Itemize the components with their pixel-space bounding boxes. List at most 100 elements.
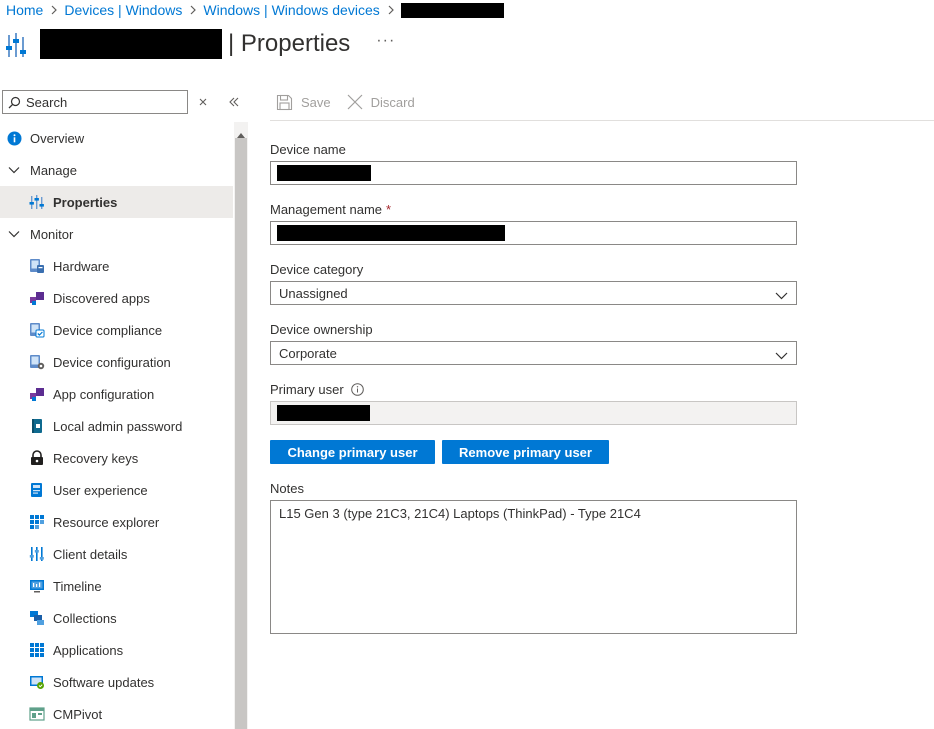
sidebar-item-label: Overview xyxy=(30,130,85,146)
scrollbar-thumb[interactable] xyxy=(235,138,247,729)
sidebar-item-label: Applications xyxy=(53,642,124,658)
save-button[interactable]: Save xyxy=(276,94,331,111)
notes-textarea[interactable]: L15 Gen 3 (type 21C3, 21C4) Laptops (Thi… xyxy=(270,500,797,634)
sidebar-item-overview[interactable]: Overview xyxy=(0,122,233,154)
cmpivot-icon xyxy=(29,706,45,722)
chevron-down-icon xyxy=(6,162,22,178)
device-name-label: Device name xyxy=(270,142,346,157)
sidebar-item-label: Hardware xyxy=(53,258,110,274)
sidebar-item-label: Software updates xyxy=(53,674,155,690)
resource-explorer-icon xyxy=(29,514,45,530)
sidebar-item-local-admin-password[interactable]: Local admin password xyxy=(0,410,233,442)
management-name-label-text: Management name xyxy=(270,202,383,217)
app-configuration-icon xyxy=(29,386,45,402)
clear-search-icon[interactable] xyxy=(198,94,210,110)
sidebar-item-client-details[interactable]: Client details xyxy=(0,538,233,570)
chevron-down-icon xyxy=(775,348,788,363)
sidebar-group-monitor[interactable]: Monitor xyxy=(0,218,233,250)
page-header: | Properties ··· xyxy=(6,26,395,62)
change-primary-user-button[interactable]: Change primary user xyxy=(270,440,435,464)
sidebar-item-properties[interactable]: Properties xyxy=(0,186,233,218)
primary-user-label: Primary user xyxy=(270,382,364,397)
redacted-device-name-title xyxy=(40,29,222,59)
device-category-dropdown[interactable]: Unassigned xyxy=(270,281,797,305)
user-experience-icon xyxy=(29,482,45,498)
search-icon xyxy=(8,96,21,109)
breadcrumb-home[interactable]: Home xyxy=(6,2,43,18)
chevron-right-icon xyxy=(51,5,58,15)
redacted-device-crumb xyxy=(400,2,504,18)
discard-x-icon xyxy=(347,94,363,110)
remove-primary-user-button[interactable]: Remove primary user xyxy=(442,440,609,464)
sidebar-item-label: Resource explorer xyxy=(53,514,160,530)
sidebar-item-label: Timeline xyxy=(53,578,102,594)
sidebar-item-timeline[interactable]: Timeline xyxy=(0,570,233,602)
search-input[interactable] xyxy=(26,94,176,110)
save-label: Save xyxy=(301,94,331,110)
sidebar-item-cmpivot[interactable]: CMPivot xyxy=(0,698,233,729)
sidebar-scrollbar[interactable] xyxy=(234,122,248,729)
device-name-label-text: Device name xyxy=(270,142,346,157)
sidebar-item-label: Device configuration xyxy=(53,354,171,370)
chevron-down-icon xyxy=(6,226,22,242)
sidebar-item-recovery-keys[interactable]: Recovery keys xyxy=(0,442,233,474)
chevron-right-icon xyxy=(388,5,394,15)
device-ownership-dropdown[interactable]: Corporate xyxy=(270,341,797,365)
sidebar-item-label: CMPivot xyxy=(53,706,103,722)
info-icon[interactable] xyxy=(350,383,364,396)
management-name-label: Management name * xyxy=(270,202,391,217)
sidebar-item-label: Discovered apps xyxy=(53,290,150,306)
sidebar-item-applications[interactable]: Applications xyxy=(0,634,233,666)
info-icon xyxy=(6,130,22,146)
sidebar-item-label: User experience xyxy=(53,482,148,498)
device-category-value: Unassigned xyxy=(279,285,348,301)
sidebar-item-resource-explorer[interactable]: Resource explorer xyxy=(0,506,233,538)
applications-grid-icon xyxy=(29,642,45,658)
sidebar-item-discovered-apps[interactable]: Discovered apps xyxy=(0,282,233,314)
redacted-device-name xyxy=(277,165,371,181)
sidebar-group-manage[interactable]: Manage xyxy=(0,154,233,186)
sidebar-item-label: Properties xyxy=(53,194,118,210)
notes-label-text: Notes xyxy=(270,481,304,496)
sidebar-item-label: Local admin password xyxy=(53,418,183,434)
discard-button[interactable]: Discard xyxy=(347,94,415,110)
sidebar-item-app-configuration[interactable]: App configuration xyxy=(0,378,233,410)
apps-tiles-icon xyxy=(29,290,45,306)
redacted-management-name xyxy=(277,225,505,241)
password-book-icon xyxy=(29,418,45,434)
sidebar-item-hardware[interactable]: Hardware xyxy=(0,250,233,282)
device-category-label: Device category xyxy=(270,262,363,277)
properties-sliders-icon xyxy=(6,26,32,62)
sidebar-item-label: Device compliance xyxy=(53,322,163,338)
sidebar-group-label: Manage xyxy=(30,162,77,178)
sidebar-item-software-updates[interactable]: Software updates xyxy=(0,666,233,698)
sidebar-item-label: Client details xyxy=(53,546,128,562)
chevron-down-icon xyxy=(775,288,788,303)
sidebar-item-label: App configuration xyxy=(53,386,155,402)
more-options-button[interactable]: ··· xyxy=(376,32,395,50)
sidebar-item-device-compliance[interactable]: Device compliance xyxy=(0,314,233,346)
breadcrumb-devices-windows[interactable]: Devices | Windows xyxy=(64,2,182,18)
management-name-field[interactable] xyxy=(270,221,797,245)
sidebar-item-device-configuration[interactable]: Device configuration xyxy=(0,346,233,378)
discard-label: Discard xyxy=(370,94,415,110)
device-ownership-label-text: Device ownership xyxy=(270,322,373,337)
device-ownership-label: Device ownership xyxy=(270,322,373,337)
lock-icon xyxy=(29,450,45,466)
collapse-sidebar-icon[interactable] xyxy=(228,94,242,110)
save-disk-icon xyxy=(276,94,293,111)
toolbar-divider xyxy=(270,120,934,121)
timeline-icon xyxy=(29,578,45,594)
sidebar-item-collections[interactable]: Collections xyxy=(0,602,233,634)
properties-sliders-icon xyxy=(29,194,45,210)
breadcrumb: Home Devices | Windows Windows | Windows… xyxy=(6,1,504,19)
sidebar-item-user-experience[interactable]: User experience xyxy=(0,474,233,506)
device-configuration-icon xyxy=(29,354,45,370)
breadcrumb-windows-devices[interactable]: Windows | Windows devices xyxy=(203,2,379,18)
required-asterisk: * xyxy=(386,202,392,217)
hardware-icon xyxy=(29,258,45,274)
device-name-field[interactable] xyxy=(270,161,797,185)
sidebar-nav: Overview Manage Properties Monitor Hardw… xyxy=(0,122,233,729)
notes-label: Notes xyxy=(270,481,304,496)
search-box[interactable] xyxy=(2,90,188,114)
